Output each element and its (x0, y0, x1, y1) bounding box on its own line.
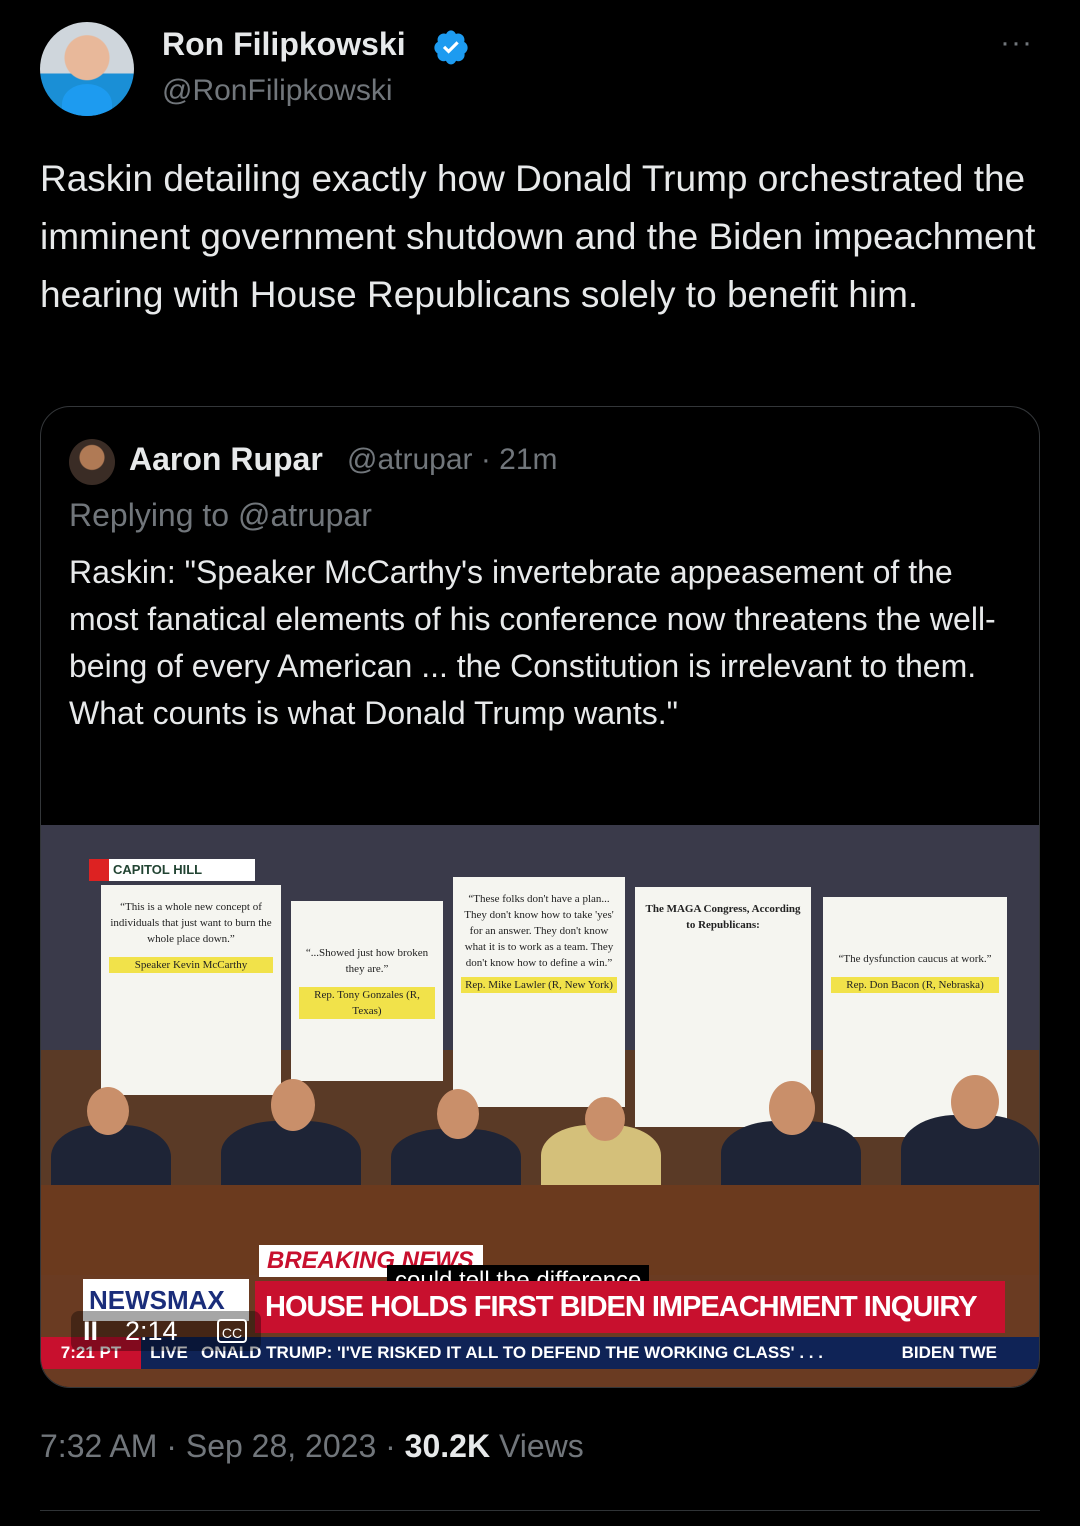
views-label: Views (490, 1428, 584, 1464)
divider (40, 1510, 1040, 1511)
ticker-right: BIDEN TWE (901, 1343, 997, 1362)
news-headline: HOUSE HOLDS FIRST BIDEN IMPEACHMENT INQU… (255, 1281, 1005, 1375)
ticker-text: ONALD TRUMP: 'I'VE RISKED IT ALL TO DEFE… (201, 1343, 823, 1362)
quoted-tweet[interactable]: Aaron Rupar @atrupar · 21m Replying to @… (40, 406, 1040, 1388)
poster-quote: “...Showed just how broken they are.” (305, 947, 429, 975)
person-head (271, 1079, 315, 1131)
video-duration: 2:14 (125, 1316, 178, 1346)
person-head (437, 1089, 479, 1139)
poster-attribution: Rep. Don Bacon (R, Nebraska) (831, 977, 999, 993)
poster-title: The MAGA Congress, According to Republic… (645, 903, 801, 931)
tweet-footer: 7:32 AM · Sep 28, 2023 · 30.2K Views (40, 1428, 584, 1465)
author-avatar[interactable] (40, 22, 134, 116)
quote-text: Raskin: "Speaker McCarthy's invertebrate… (69, 554, 996, 731)
person-head (585, 1097, 625, 1141)
quote-author-avatar[interactable] (69, 439, 115, 485)
location-tag: CAPITOL HILL (89, 859, 255, 881)
poster-gonzales: “...Showed just how broken they are.” Re… (291, 901, 443, 1081)
hearing-desk (41, 1185, 1039, 1275)
more-options-icon[interactable]: ··· (1000, 26, 1033, 60)
author-handle[interactable]: @RonFilipkowski (162, 74, 393, 108)
poster-attribution: Speaker Kevin McCarthy (109, 957, 273, 973)
person-head (769, 1081, 815, 1135)
tweet-text: Raskin detailing exactly how Donald Trum… (40, 158, 1036, 315)
video-controls[interactable]: II 2:14 CC (71, 1311, 261, 1351)
poster-attribution: Rep. Mike Lawler (R, New York) (461, 977, 617, 993)
views-count: 30.2K (404, 1428, 491, 1464)
quote-author-meta: @atrupar · 21m (347, 443, 558, 476)
quote-author-name[interactable]: Aaron Rupar (129, 441, 323, 478)
poster-mccarthy: “This is a whole new concept of individu… (101, 885, 281, 1095)
poster-lawler: “These folks don't have a plan... They d… (453, 877, 625, 1107)
poster-quote: “The dysfunction caucus at work.” (838, 953, 992, 965)
poster-quote: “This is a whole new concept of individu… (110, 901, 272, 945)
replying-to: Replying to @atrupar (69, 497, 372, 533)
poster-quote: “These folks don't have a plan... They d… (464, 893, 614, 969)
closed-captions-button[interactable]: CC (217, 1319, 247, 1343)
video-player[interactable]: CAPITOL HILL “This is a whole new concep… (41, 825, 1039, 1387)
pause-icon[interactable]: II (83, 1311, 98, 1351)
verified-badge-icon (434, 30, 468, 65)
person-head (87, 1087, 129, 1135)
tweet-timestamp[interactable]: 7:32 AM · Sep 28, 2023 · (40, 1428, 405, 1464)
person-head (951, 1075, 999, 1129)
author-name[interactable]: Ron Filipkowski (162, 26, 406, 63)
poster-attribution: Rep. Tony Gonzales (R, Texas) (299, 987, 435, 1019)
